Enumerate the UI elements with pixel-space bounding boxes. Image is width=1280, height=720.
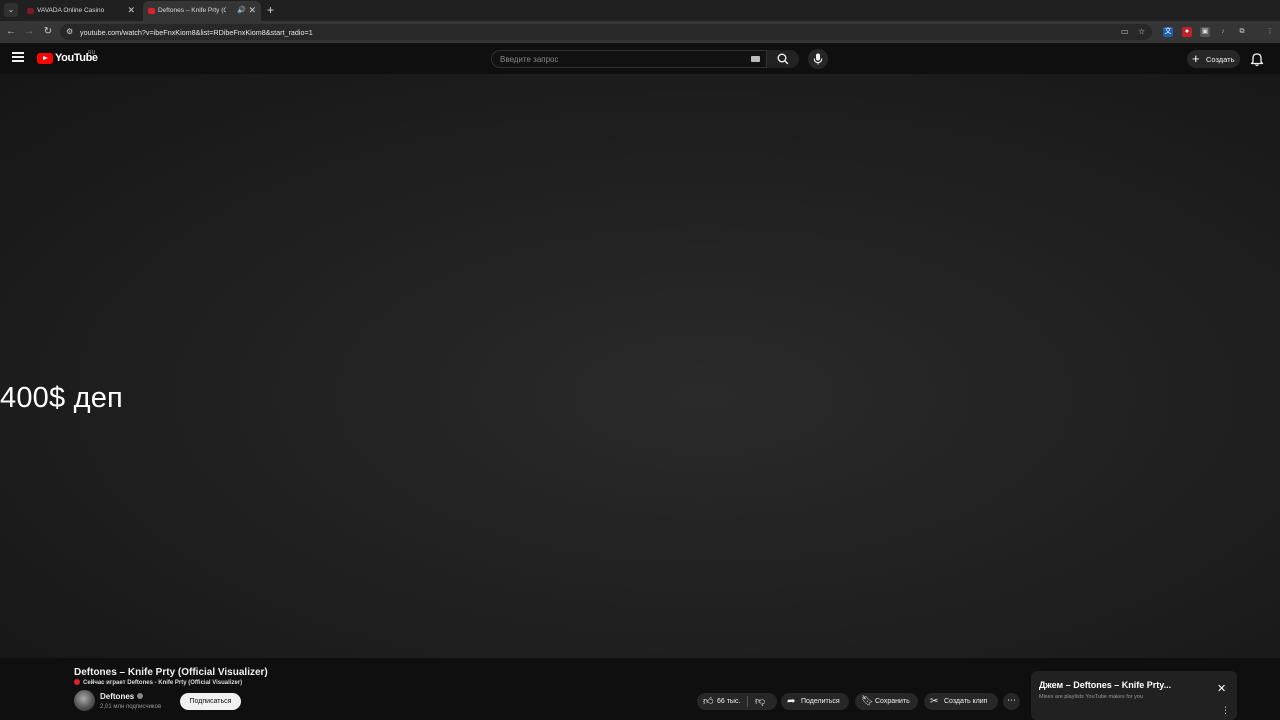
search-button[interactable] (767, 50, 799, 68)
subscriber-count: 2,01 млн подписчиков (100, 704, 162, 710)
share-label: Поделиться (801, 698, 840, 705)
audio-playing-icon[interactable]: 🔊 (237, 6, 246, 14)
channel-name[interactable]: Deftones (100, 692, 134, 701)
browser-toolbar: ← → ↻ ⚙ youtube.com/watch?v=ibeFnxKiom8&… (0, 21, 1280, 43)
browser-menu-icon[interactable]: ⋮ (1265, 27, 1275, 37)
search-icon (777, 53, 789, 65)
tab-favicon-icon (27, 8, 34, 14)
notifications-bell-icon[interactable] (1250, 51, 1264, 67)
voice-search-button[interactable] (808, 49, 828, 69)
tab-title: VAVADA Online Casino (37, 7, 105, 14)
clip-button[interactable]: ✂ Создать клип (924, 693, 998, 710)
extensions-puzzle-icon[interactable]: ⧉ (1237, 27, 1247, 37)
channel-name-line[interactable]: Deftones (100, 692, 144, 701)
verified-badge-icon (137, 693, 144, 699)
tab-close-icon[interactable]: ✕ (248, 5, 256, 16)
mix-playlist-card[interactable]: Джем – Deftones – Knife Prty... Mixes ar… (1031, 671, 1237, 720)
video-overlay-text: 400$ деп (0, 382, 123, 414)
more-actions-button[interactable]: ⋯ (1003, 693, 1020, 710)
now-playing-line: Сейчас играет Deftones - Knife Prty (Off… (74, 679, 242, 686)
mix-title[interactable]: Джем – Deftones – Knife Prty... (1039, 680, 1171, 690)
bookmark-icon: 🔖︎ (861, 696, 874, 707)
video-title: Deftones – Knife Prty (Official Visualiz… (74, 667, 268, 678)
address-bar[interactable]: ⚙ youtube.com/watch?v=ibeFnxKiom8&list=R… (60, 24, 1152, 40)
reload-icon[interactable]: ↻ (41, 25, 55, 39)
tab-youtube[interactable]: Deftones – Knife Prty (Offic 🔊 ✕ (143, 1, 261, 21)
keyboard-icon[interactable] (751, 56, 760, 62)
like-dislike-group: 👍︎ 66 тыс. 👎︎ (697, 693, 777, 710)
guide-menu-icon[interactable] (12, 52, 24, 64)
site-info-icon[interactable]: ⚙ (66, 27, 73, 36)
search-placeholder: Введите запрос (500, 55, 559, 64)
back-icon[interactable]: ← (4, 25, 18, 39)
youtube-logo-icon[interactable] (37, 53, 53, 64)
tab-title: Deftones – Knife Prty (Offic (158, 7, 226, 14)
cast-icon[interactable]: ▭ (1121, 27, 1129, 36)
subscribe-button[interactable]: Подписаться (180, 693, 241, 710)
extension-red-icon[interactable]: ● (1182, 27, 1192, 37)
extension-box-icon[interactable]: ▣ (1200, 27, 1210, 37)
url-text[interactable]: youtube.com/watch?v=ibeFnxKiom8&list=RDi… (80, 28, 313, 37)
music-extension-icon[interactable]: ♪ (1218, 27, 1228, 37)
create-button[interactable]: + Создать (1187, 50, 1240, 68)
new-tab-button[interactable]: + (267, 3, 274, 17)
microphone-icon (813, 53, 823, 65)
translate-extension-icon[interactable]: 文 (1163, 27, 1173, 37)
scissors-icon: ✂ (930, 696, 939, 707)
save-button[interactable]: 🔖︎ Сохранить (855, 693, 918, 710)
plus-icon: + (1192, 51, 1200, 66)
forward-icon[interactable]: → (22, 25, 36, 39)
like-icon[interactable]: 👍︎ (703, 693, 713, 710)
tab-search-menu-icon[interactable]: ⌄ (4, 3, 18, 17)
tab-close-icon[interactable]: ✕ (127, 5, 135, 16)
now-playing-icon (74, 679, 80, 685)
dislike-icon[interactable]: 👎︎ (755, 693, 765, 710)
channel-avatar[interactable] (74, 690, 95, 711)
browser-tab-strip: ⌄ VAVADA Online Casino ✕ Deftones – Knif… (0, 0, 1280, 21)
youtube-masthead: YouTube RU Введите запрос + Создать (0, 43, 1280, 74)
more-vert-icon[interactable]: ⋮ (1221, 705, 1230, 715)
close-icon[interactable]: ✕ (1217, 683, 1226, 695)
tab-vavada[interactable]: VAVADA Online Casino ✕ (22, 1, 140, 21)
bookmark-star-icon[interactable]: ☆ (1138, 27, 1145, 36)
now-playing-text: Сейчас играет Deftones - Knife Prty (Off… (83, 680, 243, 686)
search-input[interactable]: Введите запрос (491, 50, 767, 68)
mix-subtitle: Mixes are playlists YouTube makes for yo… (1039, 694, 1144, 700)
share-icon: ➦ (787, 696, 796, 707)
save-label: Сохранить (875, 698, 910, 705)
youtube-favicon-icon (148, 8, 155, 14)
country-code: RU (88, 50, 96, 56)
clip-label: Создать клип (944, 698, 988, 705)
create-label: Создать (1206, 55, 1235, 64)
share-button[interactable]: ➦ Поделиться (781, 693, 849, 710)
like-separator (747, 696, 748, 707)
video-player[interactable] (0, 74, 1280, 658)
like-count[interactable]: 66 тыс. (717, 693, 740, 710)
